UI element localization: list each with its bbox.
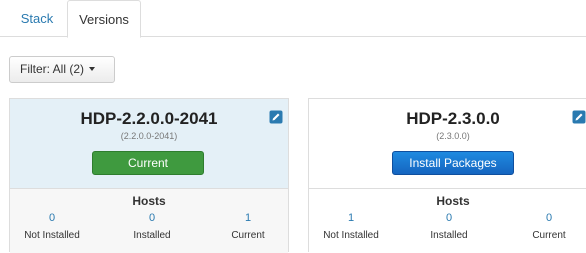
filter-dropdown[interactable]: Filter: All (2)	[9, 56, 115, 83]
installed-count-link[interactable]: 0	[409, 211, 489, 226]
hosts-label: Hosts	[132, 194, 166, 208]
installed-count-link[interactable]: 0	[112, 211, 192, 226]
hosts-label: Hosts	[436, 194, 470, 208]
not-installed-count-link[interactable]: 0	[12, 211, 92, 226]
tab-versions[interactable]: Versions	[67, 0, 141, 38]
stat-current: 1 Current	[208, 211, 288, 243]
version-subtitle: (2.2.0.0-2041)	[120, 131, 178, 141]
filter-label: Filter: All (2)	[20, 62, 85, 76]
version-title: HDP-2.2.0.0-2041	[80, 109, 218, 128]
current-button[interactable]: Current	[92, 151, 204, 175]
stat-not-installed: 1 Not Installed	[311, 211, 391, 243]
installed-label: Installed	[430, 230, 468, 241]
stat-installed: 0 Installed	[409, 211, 489, 243]
version-subtitle: (2.3.0.0)	[436, 131, 470, 141]
version-title: HDP-2.3.0.0	[406, 109, 500, 128]
stat-installed: 0 Installed	[112, 211, 192, 243]
hosts-section: Hosts 1 Not Installed 0 Installed 0 Curr…	[309, 188, 586, 253]
caret-down-icon	[89, 66, 96, 71]
current-label: Current	[231, 230, 265, 241]
tab-bar: Stack Versions	[0, 0, 586, 38]
not-installed-count-link[interactable]: 1	[311, 211, 391, 226]
version-card-hdp-2-2: HDP-2.2.0.0-2041 (2.2.0.0-2041) Current …	[9, 98, 289, 253]
edit-icon[interactable]	[269, 110, 283, 124]
install-packages-button[interactable]: Install Packages	[392, 151, 514, 175]
not-installed-label: Not Installed	[323, 230, 379, 241]
not-installed-label: Not Installed	[24, 230, 80, 241]
current-label: Current	[532, 230, 566, 241]
version-card-hdp-2-3: HDP-2.3.0.0 (2.3.0.0) Install Packages H…	[308, 98, 586, 253]
edit-icon[interactable]	[572, 110, 586, 124]
tab-stack[interactable]: Stack	[8, 0, 66, 37]
stat-current: 0 Current	[509, 211, 586, 243]
installed-label: Installed	[133, 230, 171, 241]
current-count-link[interactable]: 1	[208, 211, 288, 226]
hosts-section: Hosts 0 Not Installed 0 Installed 1 Curr…	[10, 188, 288, 253]
current-count-link[interactable]: 0	[509, 211, 586, 226]
stat-not-installed: 0 Not Installed	[12, 211, 92, 243]
